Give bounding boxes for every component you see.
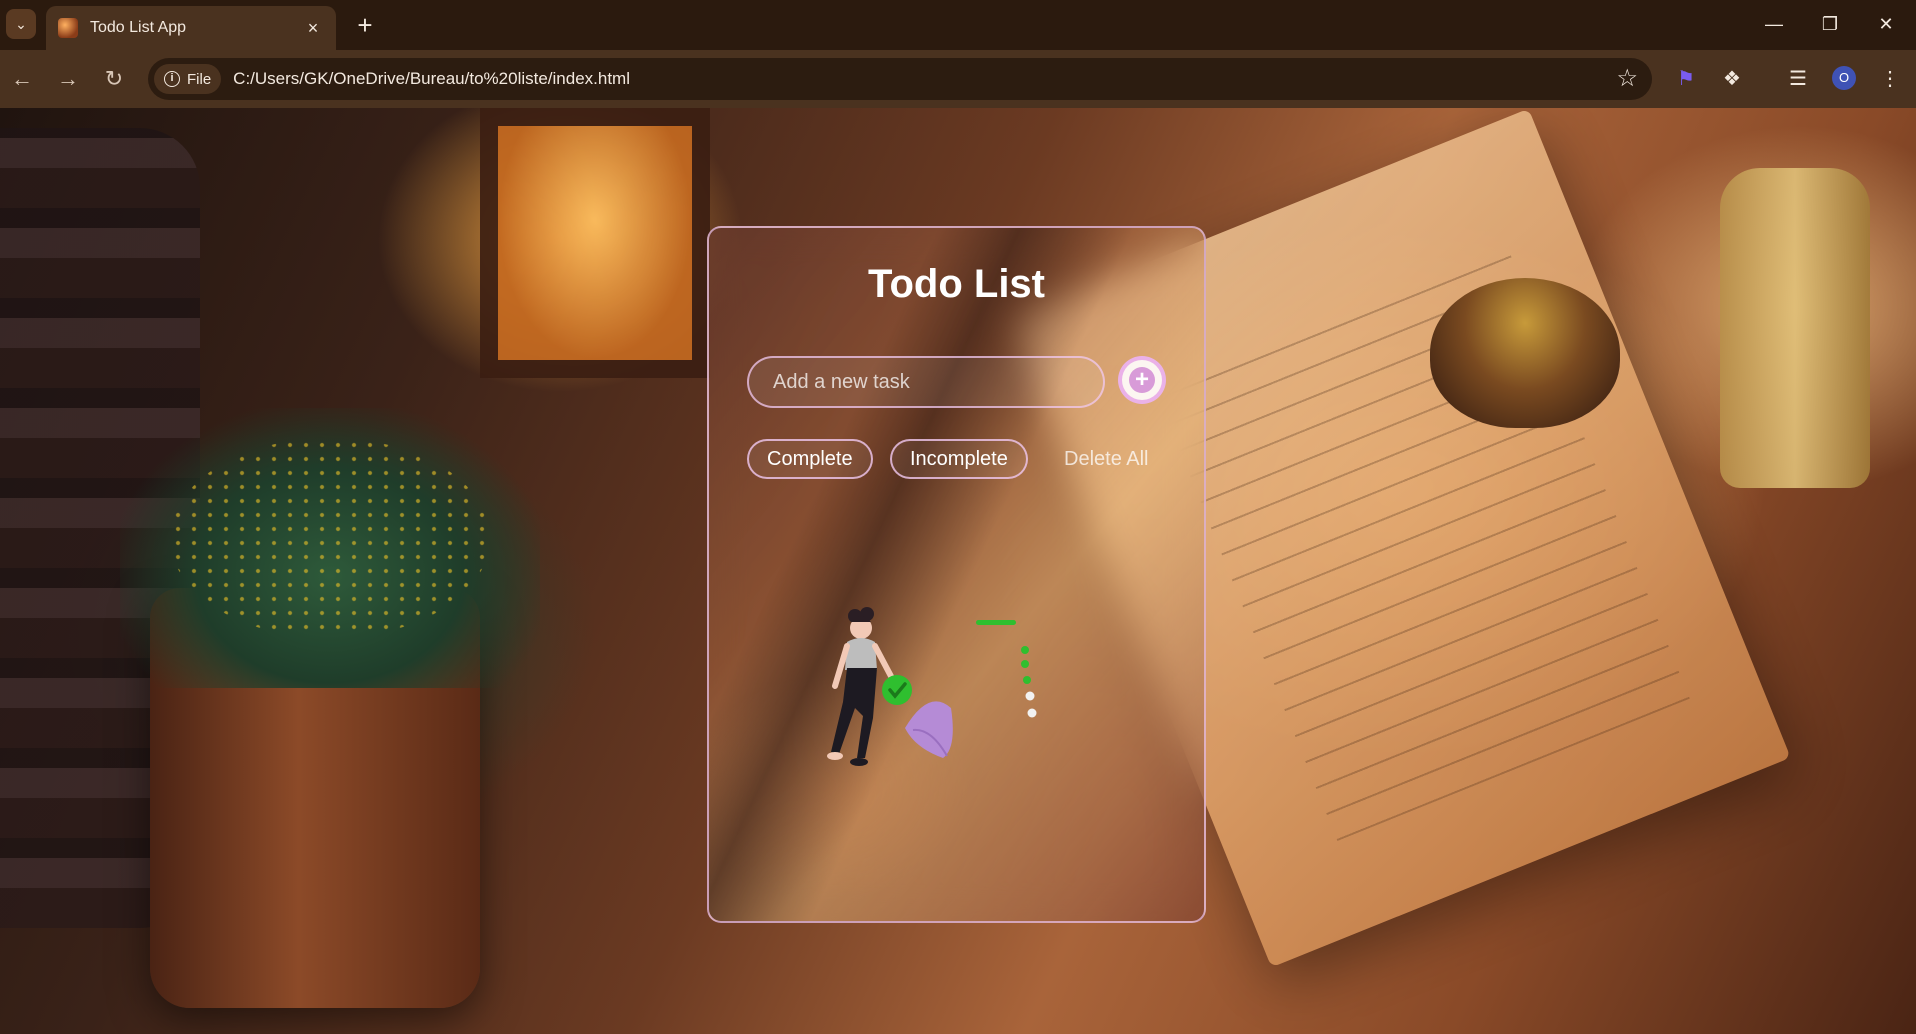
background-art	[1430, 278, 1620, 428]
minimize-icon[interactable]: —	[1754, 8, 1794, 40]
address-bar[interactable]: i File C:/Users/GK/OneDrive/Bureau/to%20…	[148, 58, 1652, 100]
reload-icon[interactable]: ↻	[98, 63, 130, 95]
chevron-down-icon[interactable]: ⌄	[6, 9, 36, 39]
star-icon[interactable]: ☆	[1616, 64, 1638, 94]
puzzle-icon[interactable]: ❖	[1716, 63, 1748, 95]
flag-icon[interactable]: ⚑	[1670, 63, 1702, 95]
close-icon[interactable]: ✕	[1866, 8, 1906, 40]
page-title: Todo List	[868, 262, 1045, 306]
close-tab-icon[interactable]: ×	[302, 18, 324, 39]
new-tab-button[interactable]: +	[350, 10, 380, 40]
leaf-icon	[905, 701, 953, 758]
site-chip-label: File	[187, 70, 212, 88]
arrow-left-icon[interactable]: ←	[6, 63, 38, 95]
new-task-input[interactable]	[747, 356, 1105, 408]
background-art	[170, 438, 490, 638]
browser-tab-bar: ⌄ Todo List App × + — ❐ ✕	[0, 0, 1916, 50]
todo-card: Todo List + Complete Incomplete Delete A…	[707, 226, 1206, 923]
favicon-icon	[58, 18, 78, 38]
info-icon: i	[164, 71, 180, 87]
incomplete-filter-button[interactable]: Incomplete	[890, 439, 1028, 479]
empty-state-illustration	[827, 607, 1037, 766]
delete-all-button[interactable]: Delete All	[1064, 439, 1149, 479]
browser-tab[interactable]: Todo List App ×	[46, 6, 336, 50]
complete-filter-button[interactable]: Complete	[747, 439, 873, 479]
url-text[interactable]: C:/Users/GK/OneDrive/Bureau/to%20liste/i…	[233, 69, 630, 89]
checklist-illustration	[976, 620, 1037, 718]
site-info-chip[interactable]: i File	[154, 64, 222, 94]
plus-icon: +	[1129, 367, 1155, 393]
background-art	[480, 108, 710, 378]
media-queue-icon[interactable]: ☰	[1782, 63, 1814, 95]
tab-title: Todo List App	[90, 19, 187, 36]
restore-icon[interactable]: ❐	[1810, 8, 1850, 40]
avatar[interactable]: O	[1832, 66, 1856, 90]
browser-toolbar: ← → ↻ i File C:/Users/GK/OneDrive/Bureau…	[0, 50, 1916, 108]
page-viewport: Todo List + Complete Incomplete Delete A…	[0, 108, 1916, 1034]
background-art	[1720, 168, 1870, 488]
checkmark-icon	[882, 675, 912, 705]
add-task-button[interactable]: +	[1118, 356, 1166, 404]
kebab-menu-icon[interactable]: ⋮	[1874, 63, 1906, 95]
arrow-right-icon[interactable]: →	[52, 63, 84, 95]
